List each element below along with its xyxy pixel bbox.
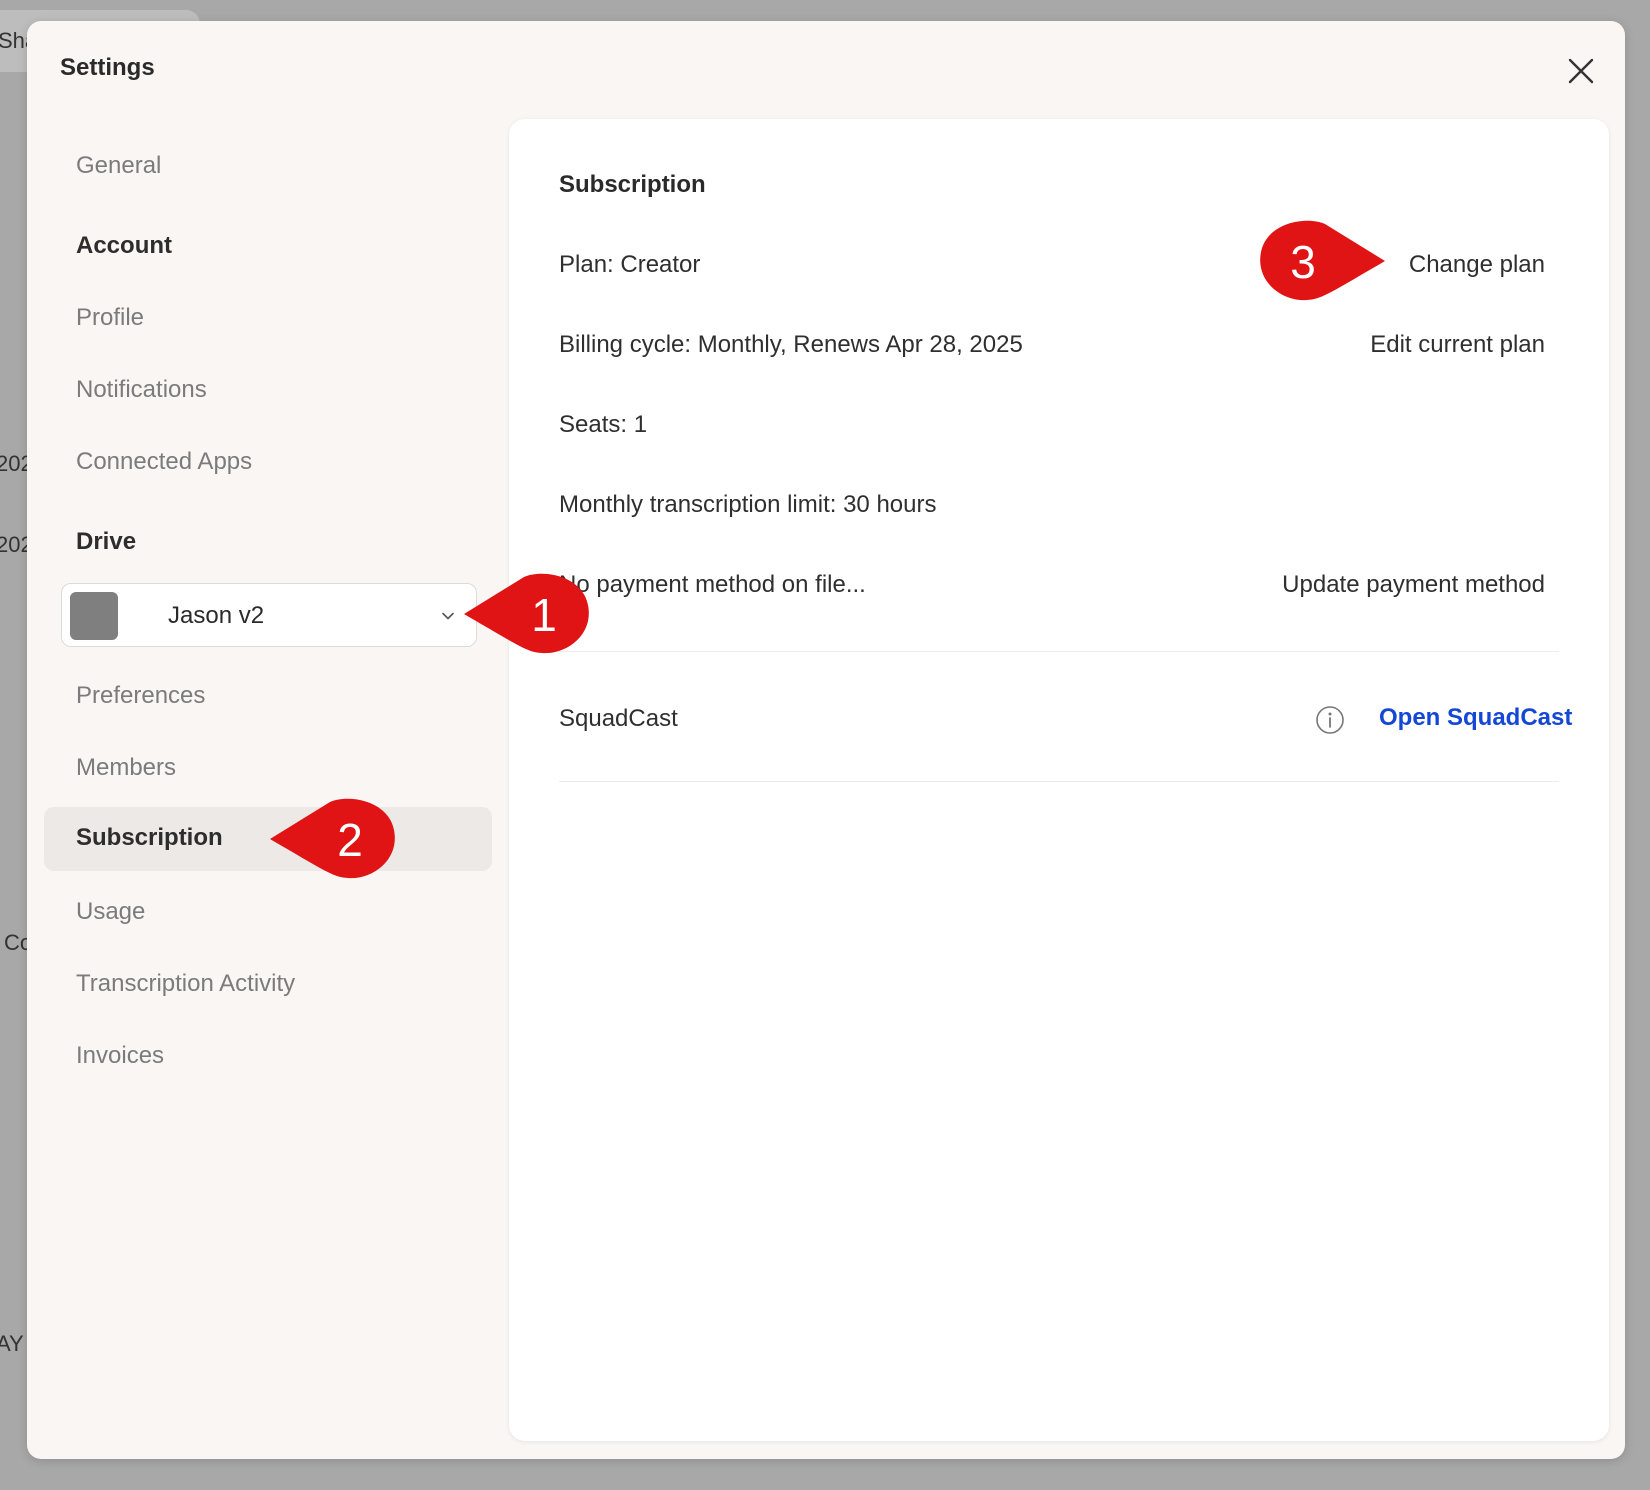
- sidebar-item-label: Subscription: [76, 824, 223, 851]
- transcription-limit-text: Monthly transcription limit: 30 hours: [559, 491, 937, 518]
- billing-cycle-text: Billing cycle: Monthly, Renews Apr 28, 2…: [559, 331, 1023, 358]
- subscription-panel: Subscription Plan: Creator Change plan B…: [509, 119, 1609, 1441]
- update-payment-method-button[interactable]: Update payment method: [1282, 571, 1545, 599]
- sidebar-heading-drive: Drive: [76, 528, 137, 555]
- change-plan-button[interactable]: Change plan: [1409, 251, 1545, 279]
- annotation-number: 2: [337, 814, 363, 866]
- sidebar-item-transcription-activity[interactable]: Transcription Activity: [76, 970, 295, 998]
- drive-select-value: Jason v2: [168, 602, 265, 629]
- sidebar-item-usage[interactable]: Usage: [76, 898, 145, 926]
- sidebar-item-general[interactable]: General: [76, 152, 161, 180]
- annotation-marker-1: 1: [464, 573, 589, 654]
- background-text: AY: [0, 1331, 24, 1356]
- edit-current-plan-button[interactable]: Edit current plan: [1370, 331, 1545, 359]
- close-button[interactable]: [1565, 55, 1597, 87]
- annotation-marker-2: 2: [270, 798, 395, 879]
- chevron-down-icon: [442, 612, 454, 620]
- sidebar-item-profile[interactable]: Profile: [76, 304, 144, 332]
- sidebar-item-notifications[interactable]: Notifications: [76, 376, 207, 404]
- annotation-number: 3: [1290, 236, 1316, 288]
- squadcast-label: SquadCast: [559, 705, 678, 732]
- drive-avatar: [70, 592, 118, 640]
- modal-title: Settings: [60, 54, 155, 81]
- annotation-number: 1: [531, 589, 557, 641]
- sidebar-item-subscription[interactable]: Subscription: [44, 807, 492, 871]
- sidebar-heading-account: Account: [76, 232, 172, 259]
- annotation-marker-3: 3: [1260, 220, 1385, 301]
- seats-text: Seats: 1: [559, 411, 648, 438]
- settings-modal: Settings General Account Profile Notific…: [27, 21, 1625, 1459]
- info-icon[interactable]: [1315, 705, 1345, 735]
- panel-title: Subscription: [559, 171, 706, 198]
- sidebar-item-connected-apps[interactable]: Connected Apps: [76, 448, 252, 476]
- sidebar-item-invoices[interactable]: Invoices: [76, 1042, 164, 1070]
- sidebar-item-members[interactable]: Members: [76, 754, 176, 782]
- sidebar-item-preferences[interactable]: Preferences: [76, 682, 205, 710]
- divider: [559, 781, 1559, 782]
- divider: [559, 651, 1559, 652]
- open-squadcast-link[interactable]: Open SquadCast: [1379, 704, 1572, 732]
- payment-method-text: No payment method on file...: [559, 571, 866, 598]
- drive-select[interactable]: Jason v2: [61, 583, 477, 647]
- close-icon: [1568, 58, 1594, 84]
- plan-text: Plan: Creator: [559, 251, 701, 278]
